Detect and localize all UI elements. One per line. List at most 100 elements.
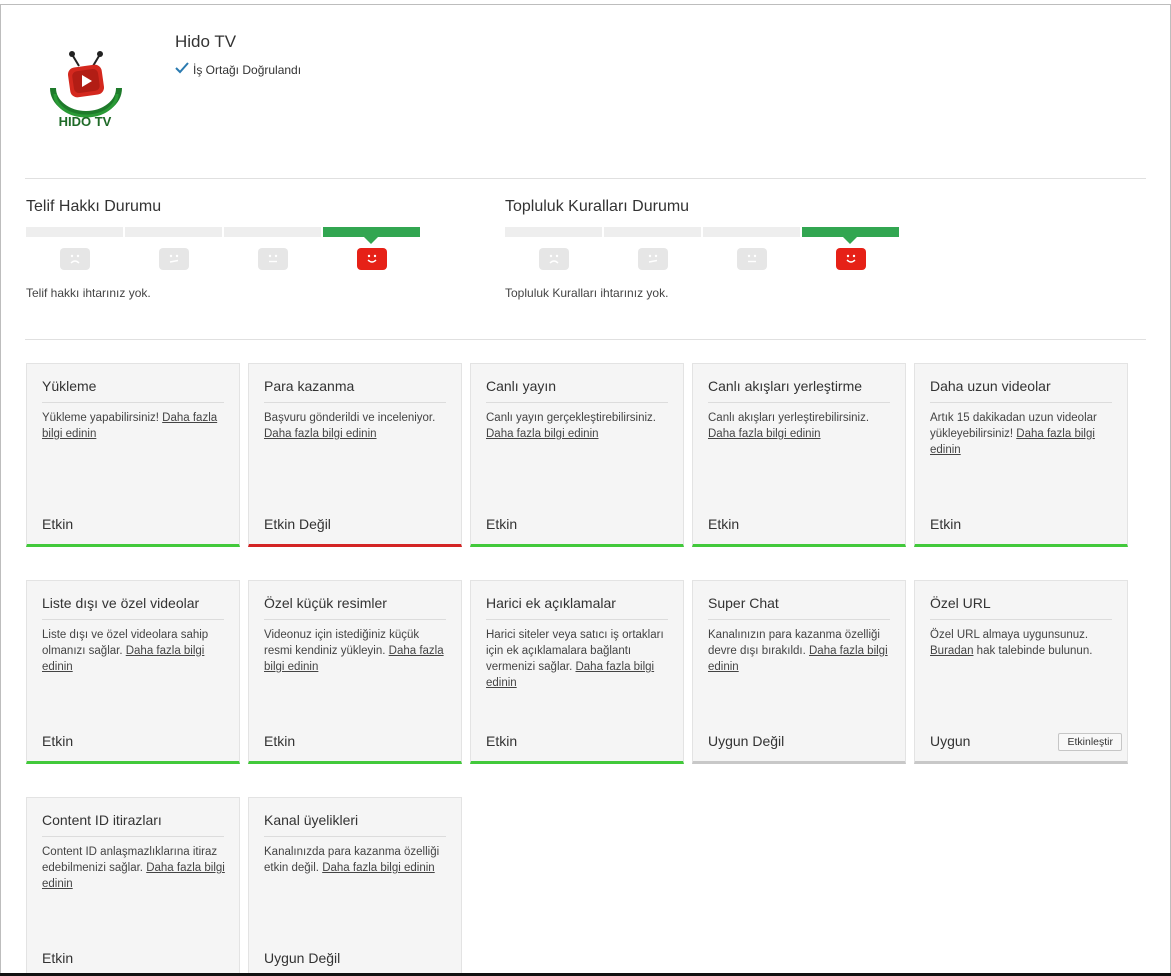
feature-card: Content ID itirazları Content ID anlaşmaz…	[26, 797, 240, 976]
feature-status: Etkin	[42, 516, 74, 532]
feature-status: Uygun Değil	[264, 950, 341, 966]
feature-description: Artık 15 dakikadan uzun videolar yükleye…	[930, 410, 1114, 458]
feature-status: Etkin Değil	[264, 516, 331, 532]
feature-description-text: Başvuru gönderildi ve inceleniyor.	[264, 412, 436, 424]
feature-card: Canlı yayın Canlı yayın gerçekleştirebili…	[470, 363, 684, 547]
verified-badge: İş Ortağı Doğrulandı	[175, 62, 301, 77]
community-face-cell	[802, 248, 899, 270]
feature-description-text: Özel URL almaya uygunsunuz.	[930, 629, 1089, 641]
feature-card: Daha uzun videolar Artık 15 dakikadan uzu…	[914, 363, 1128, 547]
feature-card: Özel URL Özel URL almaya uygunsunuz. Bura…	[914, 580, 1128, 764]
happy-face-icon	[835, 248, 866, 270]
copyright-status-segment	[224, 227, 321, 237]
feature-description: Harici siteler veya satıcı iş ortakları …	[486, 627, 670, 691]
feature-status: Etkin	[264, 733, 296, 749]
enable-button[interactable]: Etkinleştir	[1058, 733, 1122, 751]
copyright-face-cell	[26, 248, 123, 270]
feature-title: Yükleme	[42, 378, 224, 403]
copyright-status-title: Telif Hakkı Durumu	[26, 198, 162, 215]
copyright-status-bar	[26, 227, 426, 244]
community-status-bar	[505, 227, 905, 244]
copyright-status-segment	[323, 227, 420, 244]
feature-card: Super Chat Kanalınızın para kazanma özell…	[692, 580, 906, 764]
feature-status: Etkin	[486, 516, 518, 532]
happy-face-icon	[356, 248, 387, 270]
community-status-segment	[703, 227, 800, 237]
feature-description: Kanalınızın para kazanma özelliği devre …	[708, 627, 892, 675]
feature-card: Para kazanma Başvuru gönderildi ve incele…	[248, 363, 462, 547]
community-status-panel: Topluluk Kuralları Durumu Topluluk Kural…	[505, 198, 905, 318]
feature-title: Super Chat	[708, 595, 890, 620]
community-face-cell	[604, 248, 701, 270]
sad-face-icon	[59, 248, 90, 270]
feature-status: Etkin	[42, 733, 74, 749]
feature-title: Canlı yayın	[486, 378, 668, 403]
channel-logo[interactable]: HIDO TV	[39, 46, 131, 130]
feature-description: Canlı akışları yerleştirebilirsiniz. Dah…	[708, 410, 892, 442]
feature-card: Canlı akışları yerleştirme Canlı akışları…	[692, 363, 906, 547]
community-status-segment	[802, 227, 899, 244]
verified-label: İş Ortağı Doğrulandı	[193, 62, 302, 77]
neutral-face-icon	[257, 248, 288, 270]
feature-status: Uygun Değil	[708, 733, 785, 749]
feature-description: Kanalınızda para kazanma özelliği etkin …	[264, 844, 448, 876]
uneasy-face-icon	[637, 248, 668, 270]
learn-more-link[interactable]: Daha fazla bilgi edinin	[264, 428, 377, 440]
learn-more-link[interactable]: Daha fazla bilgi edinin	[486, 428, 599, 440]
check-icon	[175, 62, 189, 77]
learn-more-link[interactable]: Daha fazla bilgi edinin	[708, 428, 821, 440]
feature-title: Liste dışı ve özel videolar	[42, 595, 224, 620]
feature-card: Yükleme Yükleme yapabilirsiniz! Daha fazl…	[26, 363, 240, 547]
copyright-face-cell	[125, 248, 222, 270]
divider	[25, 178, 1146, 179]
channel-name: Hido TV	[175, 32, 237, 51]
feature-description: Content ID anlaşmazlıklarına itiraz edeb…	[42, 844, 226, 892]
copyright-face-cell	[323, 248, 420, 270]
community-status-segment	[604, 227, 701, 237]
feature-title: Content ID itirazları	[42, 812, 224, 837]
feature-description-text: Canlı yayın gerçekleştirebilirsiniz.	[486, 412, 657, 424]
learn-more-link[interactable]: Buradan	[930, 645, 973, 657]
feature-description: Videonuz için istediğiniz küçük resmi ke…	[264, 627, 448, 675]
feature-title: Özel URL	[930, 595, 1112, 620]
copyright-status-panel: Telif Hakkı Durumu Telif hakkı ihtarınız…	[26, 198, 426, 318]
community-status-segment	[505, 227, 602, 237]
feature-title: Özel küçük resimler	[264, 595, 446, 620]
copyright-status-message: Telif hakkı ihtarınız yok.	[26, 286, 151, 300]
logo-text: HIDO TV	[59, 114, 112, 129]
feature-status: Etkin	[708, 516, 740, 532]
feature-card: Harici ek açıklamalar Harici siteler veya…	[470, 580, 684, 764]
community-face-cell	[703, 248, 800, 270]
feature-description: Özel URL almaya uygunsunuz. Buradan hak …	[930, 627, 1114, 659]
feature-status: Etkin	[486, 733, 518, 749]
sad-face-icon	[538, 248, 569, 270]
feature-description: Liste dışı ve özel videolara sahip olman…	[42, 627, 226, 675]
community-face-cell	[505, 248, 602, 270]
feature-description-text: Canlı akışları yerleştirebilirsiniz.	[708, 412, 870, 424]
feature-description-text: Yükleme yapabilirsiniz!	[42, 412, 163, 424]
feature-description: Canlı yayın gerçekleştirebilirsiniz. Dah…	[486, 410, 670, 442]
community-status-title: Topluluk Kuralları Durumu	[505, 198, 690, 215]
feature-card: Kanal üyelikleri Kanalınızda para kazanma…	[248, 797, 462, 976]
learn-more-link[interactable]: Daha fazla bilgi edinin	[322, 862, 435, 874]
copyright-face-cell	[224, 248, 321, 270]
feature-status: Uygun	[930, 733, 971, 749]
community-status-faces	[505, 248, 905, 270]
feature-title: Canlı akışları yerleştirme	[708, 378, 890, 403]
feature-title: Harici ek açıklamalar	[486, 595, 668, 620]
feature-status: Etkin	[930, 516, 962, 532]
feature-card: Liste dışı ve özel videolar Liste dışı ve…	[26, 580, 240, 764]
feature-card: Özel küçük resimler Videonuz için istediğ…	[248, 580, 462, 764]
uneasy-face-icon	[158, 248, 189, 270]
divider	[25, 339, 1146, 340]
feature-status: Etkin	[42, 950, 74, 966]
neutral-face-icon	[736, 248, 767, 270]
channel-header: HIDO TV Hido TV İş Ortağı Doğrulandı	[25, 20, 1145, 180]
feature-description-text: hak talebinde bulunun.	[973, 645, 1093, 657]
feature-title: Kanal üyelikleri	[264, 812, 446, 837]
copyright-status-faces	[26, 248, 426, 270]
feature-description: Yükleme yapabilirsiniz! Daha fazla bilgi…	[42, 410, 226, 442]
feature-title: Daha uzun videolar	[930, 378, 1112, 403]
copyright-status-segment	[26, 227, 123, 237]
feature-title: Para kazanma	[264, 378, 446, 403]
